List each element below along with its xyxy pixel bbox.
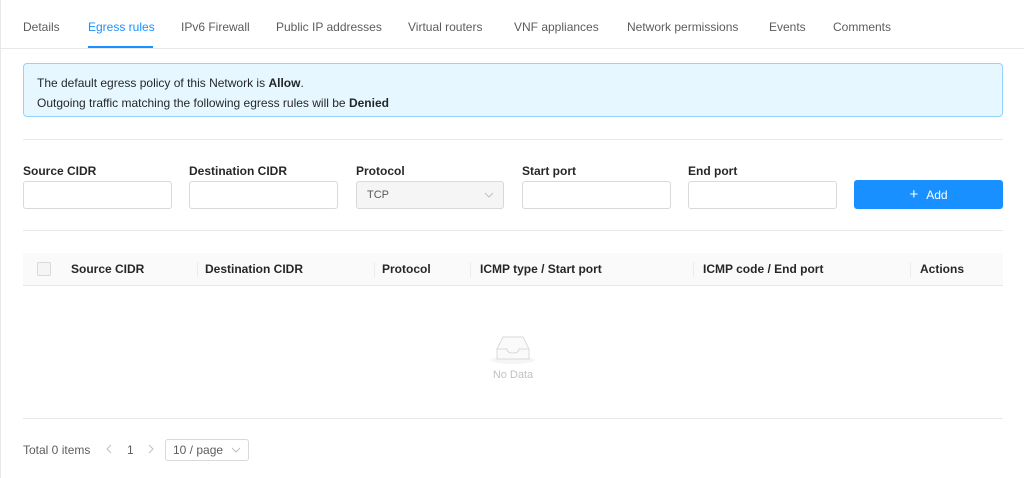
chevron-down-icon: [231, 440, 241, 467]
empty-text: No Data: [492, 369, 534, 381]
alert-text: Outgoing traffic matching the following …: [37, 96, 349, 110]
column-end-port: ICMP code / End port: [703, 262, 824, 276]
empty-inbox-icon: [491, 336, 535, 364]
end-port-label: End port: [688, 164, 738, 178]
page-number[interactable]: 1: [127, 443, 134, 457]
default-policy-value: Allow: [268, 76, 301, 90]
divider: [23, 139, 1003, 140]
destination-cidr-label: Destination CIDR: [189, 164, 288, 178]
alert-line-1: The default egress policy of this Networ…: [37, 73, 989, 93]
alert-line-2: Outgoing traffic matching the following …: [37, 93, 989, 113]
plus-icon: +: [909, 185, 919, 203]
table-header: Source CIDR Destination CIDR Protocol IC…: [23, 253, 1003, 286]
column-separator: [374, 262, 375, 277]
egress-policy-alert: The default egress policy of this Networ…: [23, 63, 1003, 117]
tab-events[interactable]: Events: [769, 20, 806, 48]
chevron-left-icon: [106, 444, 112, 454]
add-button-label: Add: [926, 187, 948, 202]
chevron-right-icon: [148, 444, 154, 454]
column-separator: [910, 262, 911, 277]
column-source-cidr: Source CIDR: [71, 262, 145, 276]
egress-rules-panel: Details Egress rules IPv6 Firewall Publi…: [0, 0, 1024, 478]
page-size-value: 10 / page: [173, 443, 224, 457]
alert-text-suffix: .: [300, 76, 304, 90]
tab-comments[interactable]: Comments: [833, 20, 891, 48]
destination-cidr-input[interactable]: [189, 181, 338, 209]
select-all-checkbox[interactable]: [37, 262, 51, 276]
protocol-selected-value: TCP: [367, 189, 389, 201]
next-page-button[interactable]: [147, 442, 155, 459]
table-empty-state: No Data: [23, 287, 1003, 419]
prev-page-button[interactable]: [105, 442, 113, 459]
tab-bar: Details Egress rules IPv6 Firewall Publi…: [1, 0, 1024, 48]
column-separator: [197, 262, 198, 277]
divider: [23, 230, 1003, 231]
tab-details[interactable]: Details: [23, 20, 60, 48]
total-items: Total 0 items: [23, 443, 91, 457]
protocol-label: Protocol: [356, 164, 405, 178]
page-size-select[interactable]: 10 / page: [165, 439, 249, 461]
tab-public-ip-addresses[interactable]: Public IP addresses: [276, 20, 382, 48]
column-separator: [470, 262, 471, 277]
column-start-port: ICMP type / Start port: [480, 262, 602, 276]
alert-text: The default egress policy of this Networ…: [37, 76, 269, 90]
start-port-label: Start port: [522, 164, 576, 178]
protocol-select[interactable]: TCP: [356, 181, 504, 209]
rule-action-value: Denied: [348, 96, 389, 110]
tab-bar-border: [1, 48, 1024, 49]
column-actions: Actions: [920, 262, 965, 276]
tab-network-permissions[interactable]: Network permissions: [627, 20, 738, 48]
column-protocol: Protocol: [382, 262, 431, 276]
add-rule-button[interactable]: + Add: [854, 180, 1003, 209]
column-separator: [693, 262, 694, 277]
tab-egress-rules[interactable]: Egress rules: [88, 20, 155, 48]
tab-virtual-routers[interactable]: Virtual routers: [408, 20, 482, 48]
tab-ipv6-firewall[interactable]: IPv6 Firewall: [181, 20, 250, 48]
source-cidr-input[interactable]: [23, 181, 172, 209]
column-destination-cidr: Destination CIDR: [205, 262, 304, 276]
chevron-down-icon: [484, 182, 494, 219]
source-cidr-label: Source CIDR: [23, 164, 97, 178]
tab-vnf-appliances[interactable]: VNF appliances: [514, 20, 599, 48]
start-port-input[interactable]: [522, 181, 671, 209]
end-port-input[interactable]: [688, 181, 837, 209]
